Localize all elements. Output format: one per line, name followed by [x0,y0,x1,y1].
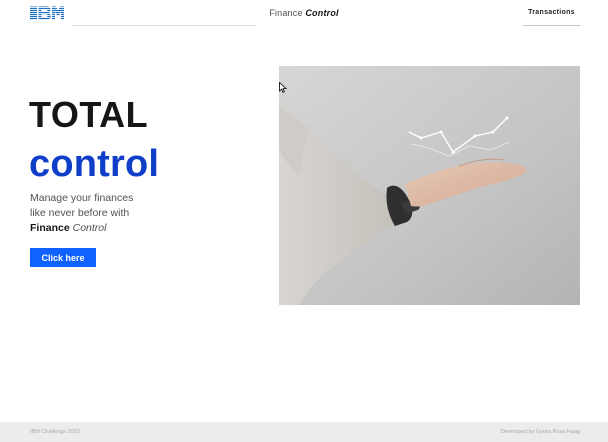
brand-secondary: Control [305,8,339,18]
mouse-cursor-icon [279,82,287,93]
site-header: Finance Control Transactions [0,0,608,26]
click-here-button[interactable]: Click here [30,248,96,267]
header-divider [72,25,256,26]
site-footer: IBM Challenge 2023 Developed by Gyora Ro… [0,422,608,442]
hand-chart-illustration [279,66,580,305]
hero-image [279,66,580,305]
desc-line2: like never before with [30,207,130,219]
brand-primary: Finance [269,8,303,18]
hero-title-line2: control [29,143,160,185]
footer-copyright: IBM Challenge 2023 [30,429,80,435]
hero-title-line1: TOTAL [29,94,149,135]
hero-description: Manage your finances like never before w… [30,191,170,236]
nav-transactions-link[interactable]: Transactions [523,0,580,26]
brand-title: Finance Control [0,8,608,18]
footer-credit: Developed by Gyora Rosa Haag [500,429,580,435]
desc-line3: Finance Control [30,221,170,236]
desc-brand-bold: Finance [30,222,70,234]
desc-line1: Manage your finances [30,192,134,204]
desc-brand-italic: Control [72,222,107,234]
